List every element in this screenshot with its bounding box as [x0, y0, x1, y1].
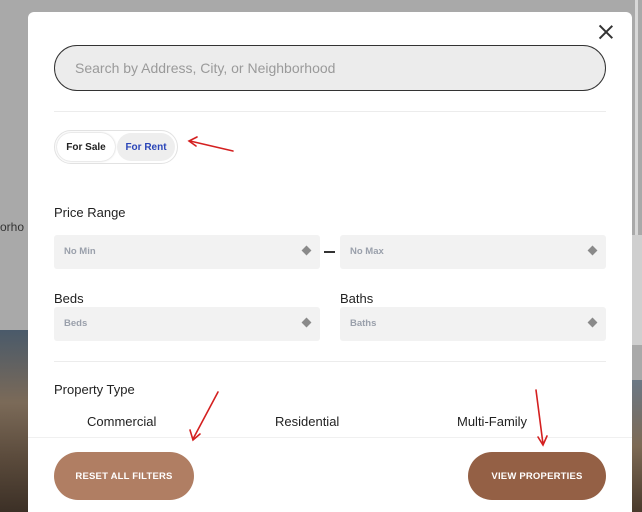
divider-top — [54, 111, 606, 112]
filter-modal: For Sale For Rent Price Range No Min No … — [28, 12, 632, 512]
search-box — [54, 45, 606, 91]
beds-value: Beds — [64, 318, 88, 329]
price-range-dash — [324, 251, 335, 253]
price-range-label: Price Range — [54, 205, 126, 220]
price-min-value: No Min — [64, 246, 96, 257]
property-type-multi-family[interactable]: Multi-Family — [457, 414, 527, 429]
background-property-photo-right — [632, 380, 642, 512]
close-icon[interactable] — [598, 24, 614, 40]
dropdown-diamond-icon — [301, 317, 312, 328]
background-property-photo-left — [0, 330, 30, 512]
dropdown-diamond-icon — [301, 245, 312, 256]
dropdown-diamond-icon — [587, 317, 598, 328]
beds-label: Beds — [54, 291, 84, 306]
property-type-label: Property Type — [54, 382, 135, 397]
property-type-commercial[interactable]: Commercial — [87, 414, 156, 429]
for-sale-toggle[interactable]: For Sale — [57, 133, 115, 161]
dropdown-diamond-icon — [587, 245, 598, 256]
price-min-select[interactable]: No Min — [54, 235, 320, 269]
baths-value: Baths — [350, 318, 377, 329]
price-max-value: No Max — [350, 246, 384, 257]
property-type-residential[interactable]: Residential — [275, 414, 339, 429]
baths-select[interactable]: Baths — [340, 307, 606, 341]
beds-select[interactable]: Beds — [54, 307, 320, 341]
baths-label: Baths — [340, 291, 374, 306]
modal-footer: RESET ALL FILTERS VIEW PROPERTIES — [28, 437, 632, 512]
listing-type-toggle: For Sale For Rent — [54, 130, 178, 164]
background-scrollbar — [635, 0, 638, 235]
for-rent-toggle[interactable]: For Rent — [117, 133, 175, 161]
background-panel — [632, 235, 642, 345]
divider-middle — [54, 361, 606, 362]
view-properties-button[interactable]: VIEW PROPERTIES — [468, 452, 606, 500]
reset-all-filters-button[interactable]: RESET ALL FILTERS — [54, 452, 194, 500]
price-max-select[interactable]: No Max — [340, 235, 606, 269]
background-partial-text: orho — [0, 220, 25, 234]
search-input[interactable] — [55, 46, 605, 90]
